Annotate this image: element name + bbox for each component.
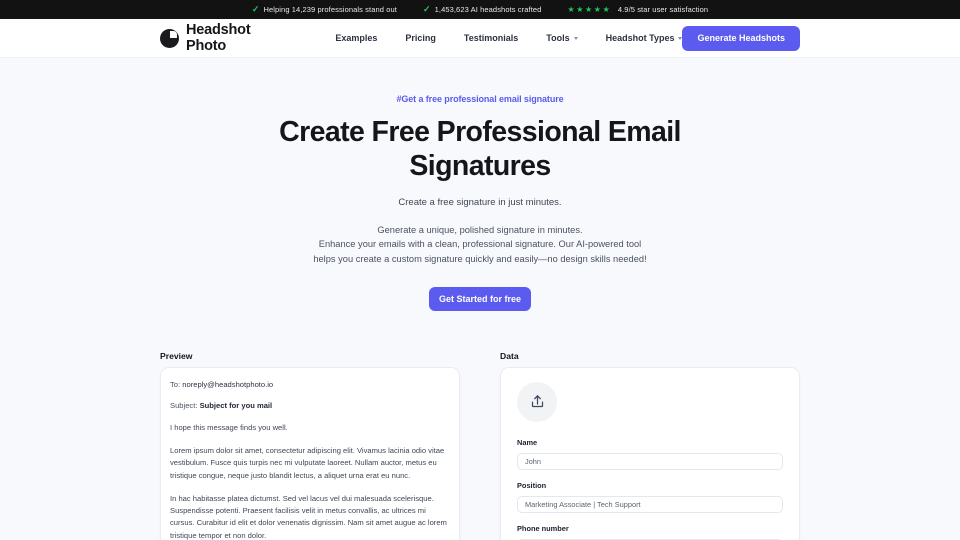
hero-description: Generate a unique, polished signature in… [0,223,960,265]
star-rating: ★ ★ ★ ★ ★ [567,4,610,14]
preview-paragraph-1: Lorem ipsum dolor sit amet, consectetur … [170,445,445,480]
hero-description-line-2: Enhance your emails with a clean, profes… [318,239,642,250]
data-label: Data [500,350,519,361]
announcement-bar: ✓ Helping 14,239 professionals stand out… [0,0,960,19]
star-icon: ★ [576,4,584,14]
generate-headshots-button[interactable]: Generate Headshots [682,25,800,51]
announcement-item-headshots: ✓ 1,453,623 AI headshots crafted [422,4,542,15]
star-icon: ★ [585,4,593,14]
nav-label-headshot-types: Headshot Types [605,33,675,43]
preview-subject-value: Subject for you mail [199,400,273,410]
nav-label-pricing: Pricing [405,33,436,43]
field-phone-number: Phone number [517,524,783,540]
announcement-item-professionals: ✓ Helping 14,239 professionals stand out [251,4,397,15]
nav-item-tools[interactable]: Tools [546,33,578,43]
star-icon: ★ [567,4,575,14]
announcement-text-rating: 4.9/5 star user satisfaction [617,5,709,14]
field-label-phone-number: Phone number [517,523,569,533]
data-form-card: Name Position Phone number Email [500,366,800,540]
preview-paragraph-2: In hac habitasse platea dictumst. Sed ve… [170,493,447,540]
preview-label: Preview [160,350,193,361]
nav-item-headshot-types[interactable]: Headshot Types [606,33,683,43]
nav-item-testimonials[interactable]: Testimonials [464,33,518,43]
upload-photo-button[interactable] [517,381,557,422]
hero-description-line-1: Generate a unique, polished signature in… [377,225,583,236]
check-icon: ✓ [422,4,431,14]
hero-eyebrow: #Get a free professional email signature [396,94,564,104]
preview-to-row: To: noreply@headshotphoto.io [170,380,450,389]
nav-label-tools: Tools [546,33,570,43]
preview-greeting: I hope this message finds you well. [170,422,288,432]
preview-subject-row: Subject: Subject for you mail [170,401,450,410]
brand-name: Headshot Photo [186,22,251,54]
field-name: Name [517,438,783,470]
nav-item-pricing[interactable]: Pricing [405,33,436,43]
site-header: Headshot Photo Examples Pricing Testimon… [0,19,960,58]
announcement-item-rating: ★ ★ ★ ★ ★ 4.9/5 star user satisfaction [567,5,708,14]
hero-subtitle: Create a free signature in just minutes. [398,197,562,209]
position-input[interactable] [517,495,783,513]
star-icon: ★ [593,4,602,14]
nav-label-examples: Examples [335,33,378,43]
page-title: Create Free Professional Email Signature… [279,116,681,182]
main-navigation: Examples Pricing Testimonials Tools Head… [335,33,683,43]
field-position: Position [517,481,783,513]
star-icon: ★ [602,4,610,14]
nav-label-testimonials: Testimonials [463,33,519,43]
name-input[interactable] [517,452,783,470]
announcement-text-professionals: Helping 14,239 professionals stand out [263,5,397,14]
upload-icon [531,395,543,408]
preview-to-label: To: [170,379,181,389]
nav-item-examples[interactable]: Examples [335,33,377,43]
field-label-position: Position [517,480,547,490]
preview-subject-label: Subject: [170,400,198,410]
get-started-button[interactable]: Get Started for free [429,286,531,311]
announcement-text-headshots: 1,453,623 AI headshots crafted [434,5,542,14]
signature-tool: Preview To: noreply@headshotphoto.io Sub… [0,351,960,540]
preview-column: Preview To: noreply@headshotphoto.io Sub… [160,351,460,540]
hero-description-line-3: helps you create a custom signature quic… [313,253,647,264]
email-preview-card: To: noreply@headshotphoto.io Subject: Su… [160,366,460,540]
data-column: Data Name Position Phone number [500,351,800,540]
brand-logo[interactable]: Headshot Photo [160,22,283,54]
aperture-logo-icon [160,28,179,48]
field-label-name: Name [517,437,538,447]
chevron-down-icon [573,37,578,40]
hero-section: #Get a free professional email signature… [0,58,960,311]
preview-to-value: noreply@headshotphoto.io [182,379,274,389]
check-icon: ✓ [251,4,260,14]
